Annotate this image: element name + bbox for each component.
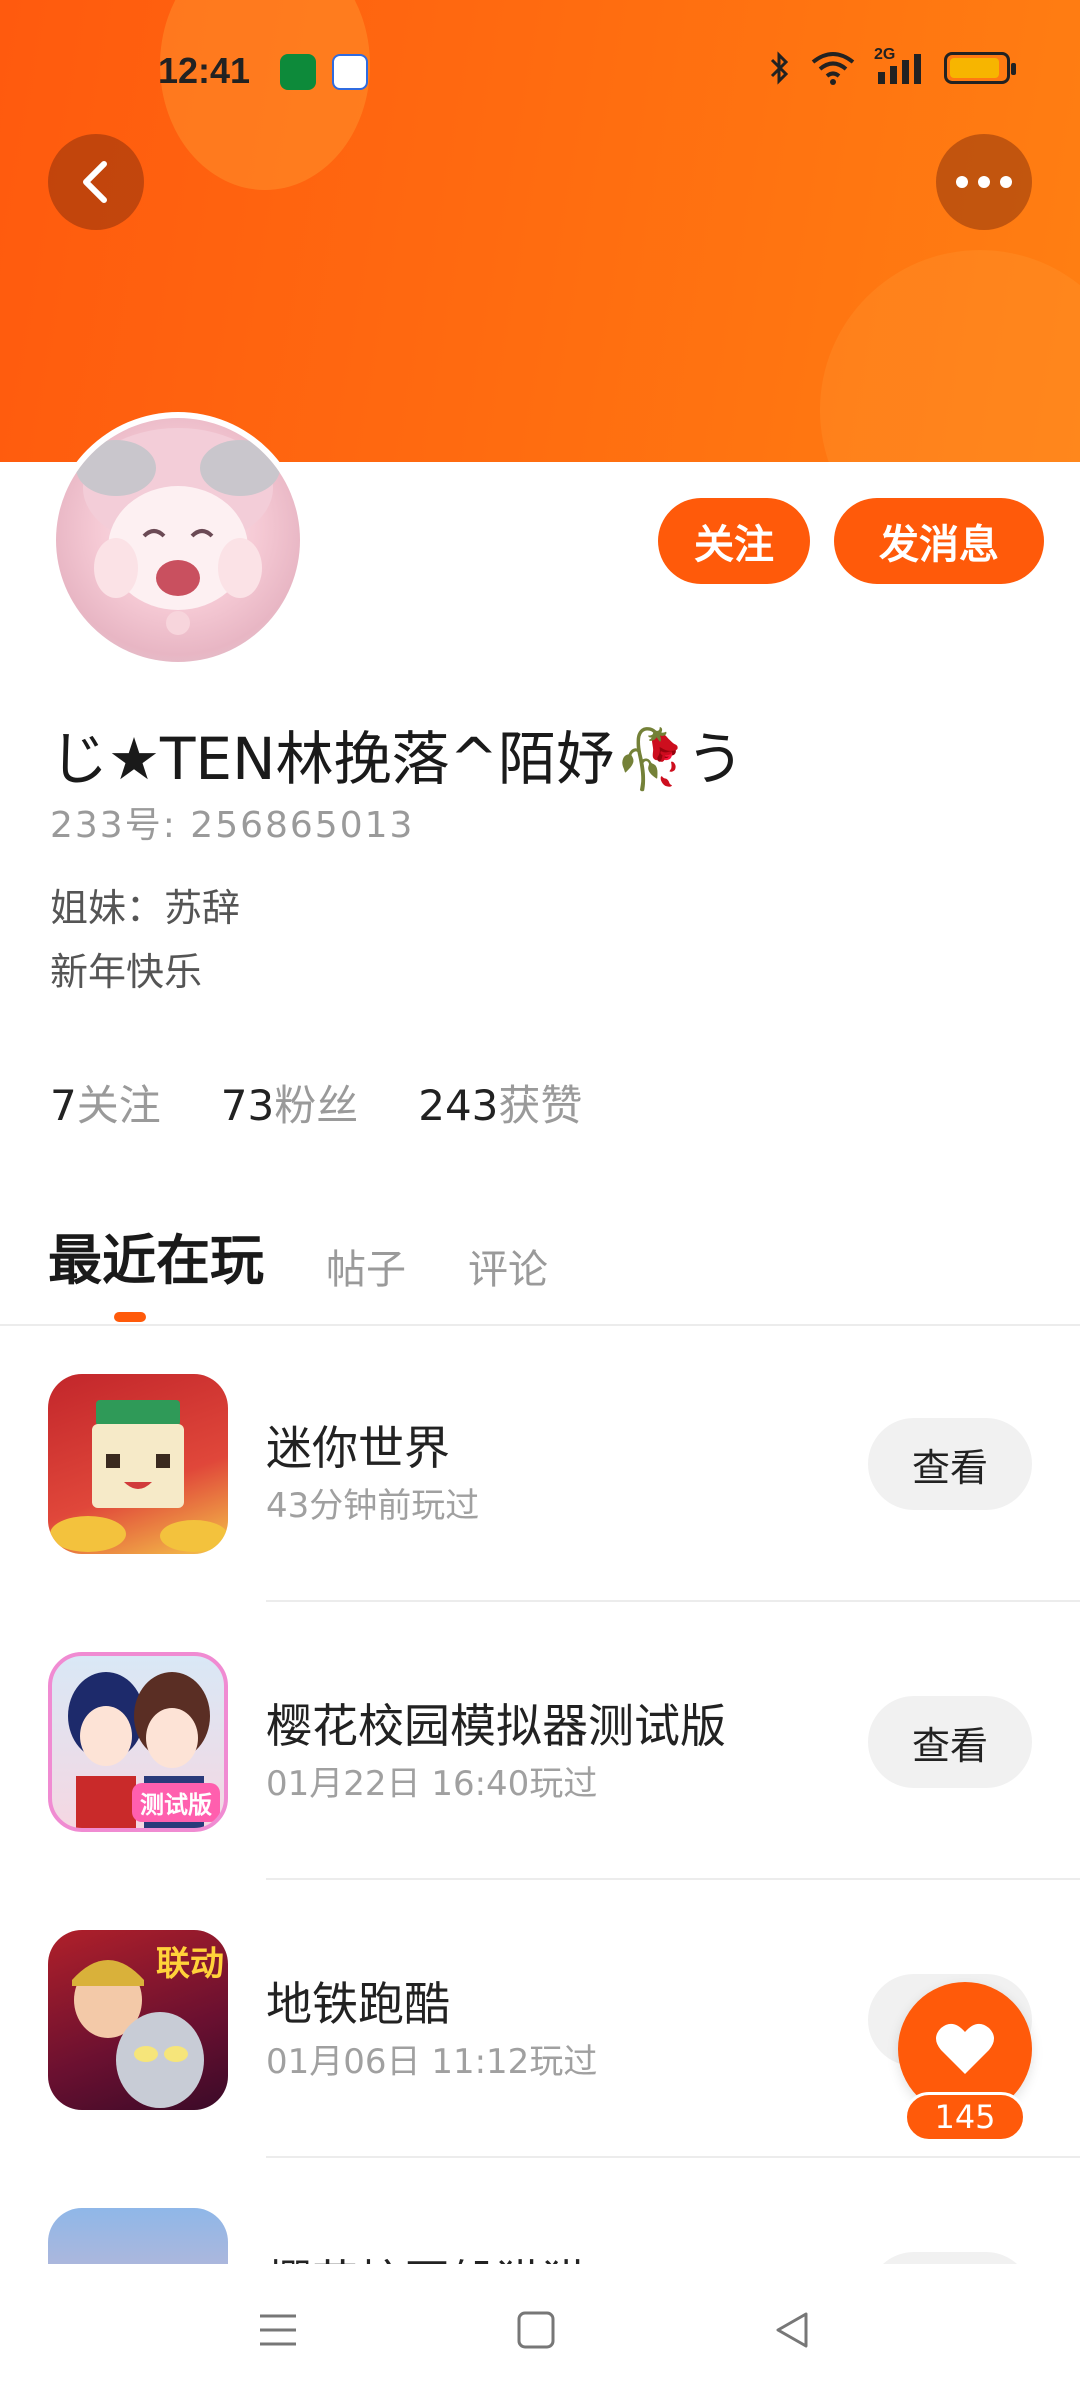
game-name: 樱花校园模拟器测试版: [266, 1699, 726, 1753]
cellular-signal-icon: 2G: [874, 46, 926, 86]
game-icon: 联动: [48, 1930, 228, 2110]
banner-decoration: [820, 250, 1080, 462]
status-bar: 12:41 2G: [0, 40, 1080, 100]
list-item-game[interactable]: 樱花校园躲猫猫 查看: [0, 2208, 1080, 2264]
avatar[interactable]: [50, 412, 306, 668]
tab-active-indicator: [114, 1312, 146, 1322]
chevron-left-icon: [83, 161, 107, 203]
baidu-app-icon: [332, 54, 368, 90]
view-game-button[interactable]: 查看: [868, 1696, 1032, 1788]
like-count: 145: [904, 2092, 1026, 2142]
status-time: 12:41: [158, 50, 251, 91]
follow-button[interactable]: 关注: [658, 498, 810, 584]
profile-stats: 7关注 73粉丝 243获赞: [50, 1072, 582, 1133]
home-square-icon[interactable]: [516, 2310, 556, 2350]
profile-tabs: 最近在玩 帖子 评论: [48, 1216, 548, 1295]
game-last-played: 43分钟前玩过: [266, 1486, 480, 1526]
stat-label: 粉丝: [274, 1081, 359, 1130]
divider: [266, 1878, 1080, 1880]
divider: [266, 2156, 1080, 2158]
heart-icon: [936, 2023, 994, 2074]
battery-icon: [944, 52, 1016, 84]
avatar-image: [56, 418, 300, 662]
tab-comments[interactable]: 评论: [468, 1237, 548, 1295]
oppo-app-icon: [280, 54, 316, 90]
game-name: 樱花校园躲猫猫: [266, 2246, 588, 2264]
game-name: 迷你世界: [266, 1421, 450, 1475]
stat-value: 7: [50, 1081, 77, 1130]
game-last-played: 01月06日 11:12玩过: [266, 2042, 598, 2082]
tab-posts[interactable]: 帖子: [326, 1237, 406, 1295]
game-icon: [48, 2208, 228, 2264]
more-options-button[interactable]: [936, 134, 1032, 230]
bio-line: 新年快乐: [50, 950, 203, 994]
bio-line: 姐妹：苏辞: [50, 886, 241, 930]
divider: [266, 1600, 1080, 1602]
view-game-button[interactable]: 查看: [868, 2252, 1032, 2264]
divider: [0, 1324, 1080, 1326]
game-name: 地铁跑酷: [266, 1977, 450, 2031]
menu-icon[interactable]: [258, 2310, 298, 2350]
system-nav-bar: [0, 2264, 1080, 2400]
profile-bio: 姐妹：苏辞 新年快乐: [50, 876, 240, 1004]
view-game-button[interactable]: 查看: [868, 1418, 1032, 1510]
game-last-played: 01月22日 16:40玩过: [266, 1764, 598, 1804]
stat-value: 243: [418, 1081, 499, 1130]
back-button[interactable]: [48, 134, 144, 230]
status-icons: 2G: [768, 46, 1016, 86]
profile-user-id: 233号: 256865013: [50, 805, 415, 846]
tab-recently-played[interactable]: 最近在玩: [48, 1216, 264, 1295]
list-item-game[interactable]: 测试版 樱花校园模拟器测试版 01月22日 16:40玩过 查看: [0, 1652, 1080, 1930]
stat-label: 获赞: [498, 1081, 583, 1130]
game-icon-badge: 测试版: [132, 1783, 220, 1822]
stat-fans[interactable]: 73粉丝: [221, 1072, 358, 1133]
stat-following[interactable]: 7关注: [50, 1072, 161, 1133]
game-icon: [48, 1374, 228, 1554]
back-triangle-icon[interactable]: [772, 2310, 812, 2350]
battery-fill: [950, 58, 999, 78]
stat-likes[interactable]: 243获赞: [418, 1072, 582, 1133]
stat-label: 关注: [76, 1081, 161, 1130]
bluetooth-icon: [770, 51, 789, 85]
game-icon-badge: 联动: [156, 1944, 224, 1984]
send-message-button[interactable]: 发消息: [834, 498, 1044, 584]
wifi-icon: [811, 52, 855, 85]
list-item-game[interactable]: 迷你世界 43分钟前玩过 查看: [0, 1374, 1080, 1652]
profile-page: 12:41 2G 关注 发消息 じ★TEN林挽落^陌妤🥀う 233号: 2568…: [0, 0, 1080, 2400]
more-dots-icon: [956, 176, 1012, 188]
profile-nickname: じ★TEN林挽落^陌妤🥀う: [50, 725, 745, 793]
game-icon: 测试版: [48, 1652, 228, 1832]
stat-value: 73: [220, 1081, 275, 1130]
profile-banner: 12:41 2G: [0, 0, 1080, 462]
